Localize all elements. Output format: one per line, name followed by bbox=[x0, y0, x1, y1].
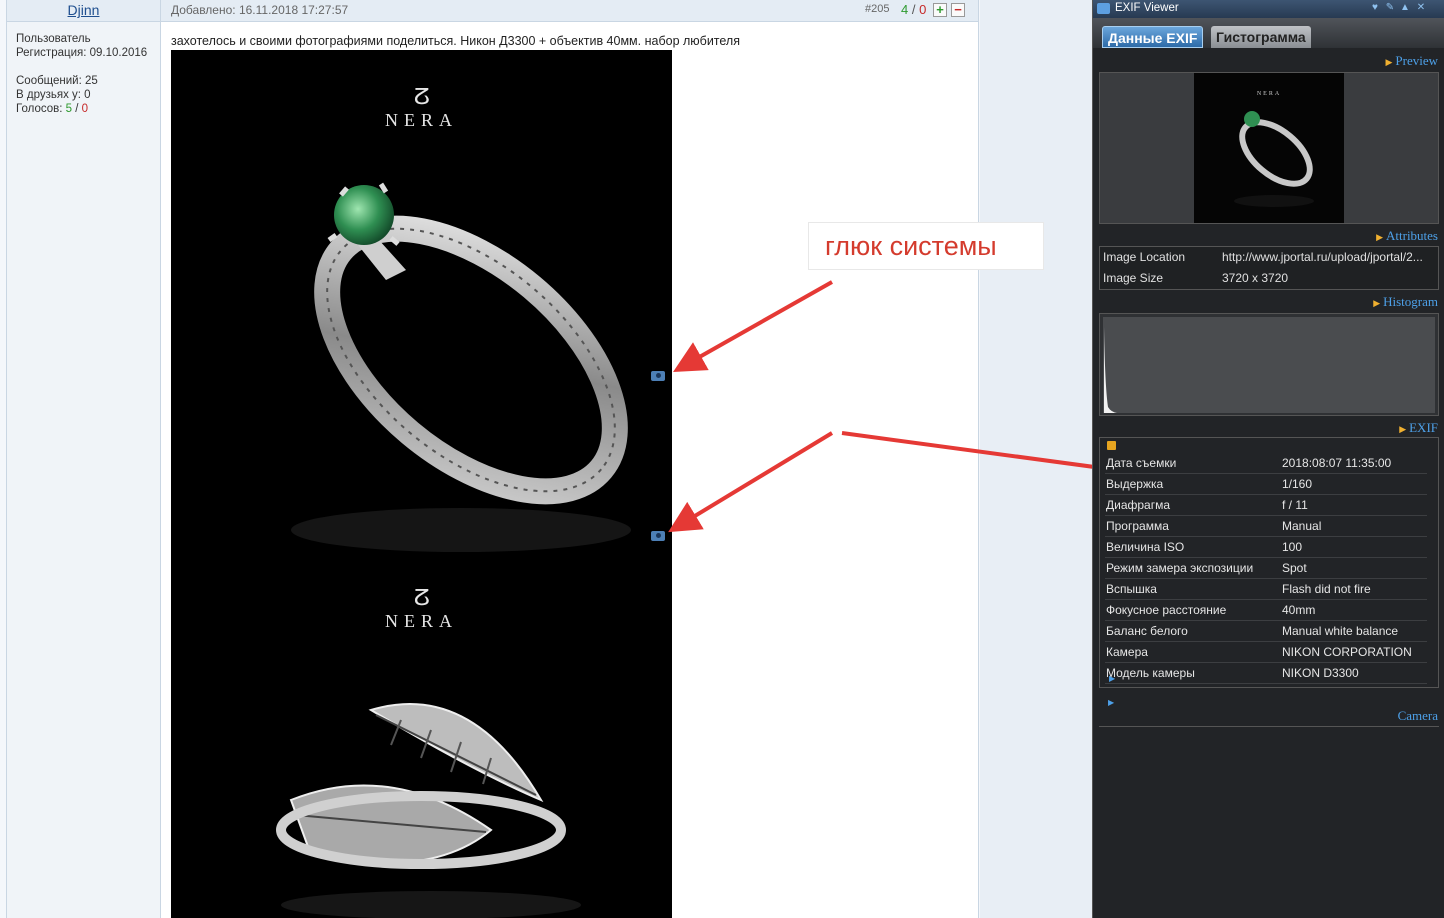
exif-viewer-title: EXIF Viewer bbox=[1115, 2, 1179, 14]
exif-key: Камера bbox=[1106, 645, 1148, 659]
exif-value: Spot bbox=[1282, 561, 1307, 575]
exif-titlebar: EXIF Viewer ♥ ✎ ▲ ✕ bbox=[1093, 0, 1444, 18]
exif-value: Flash did not fire bbox=[1282, 582, 1371, 596]
exif-table: Дата съемки 2018:08:07 11:35:00 Выдержка 1… bbox=[1105, 453, 1427, 684]
exif-label: EXIF bbox=[1409, 420, 1438, 435]
exif-row: Модель камеры NIKON D3300 bbox=[1105, 663, 1427, 684]
attributes-section-link[interactable]: ▶ Attributes bbox=[1376, 228, 1438, 244]
exif-row: Баланс белого Manual white balance bbox=[1105, 621, 1427, 642]
exif-key: Вспышка bbox=[1106, 582, 1157, 596]
preview-thumbnail[interactable]: NERA bbox=[1194, 73, 1344, 223]
attribute-value[interactable]: http://www.jportal.ru/upload/jportal/2..… bbox=[1222, 247, 1436, 268]
attributes-label: Attributes bbox=[1386, 228, 1438, 243]
histogram-section-link[interactable]: ▶ Histogram bbox=[1373, 294, 1438, 310]
attribute-key: Image Location bbox=[1103, 250, 1186, 264]
exif-row: Фокусное расстояние 40mm bbox=[1105, 600, 1427, 621]
exif-row: Дата съемки 2018:08:07 11:35:00 bbox=[1105, 453, 1427, 474]
exif-key: Баланс белого bbox=[1106, 624, 1188, 638]
divider bbox=[1099, 726, 1439, 727]
wrench-icon[interactable]: ✎ bbox=[1385, 3, 1395, 13]
exif-key: Фокусное расстояние bbox=[1106, 603, 1227, 617]
copy-icon[interactable] bbox=[1107, 441, 1116, 450]
exif-key: Модель камеры bbox=[1106, 666, 1195, 680]
preview-label: Preview bbox=[1395, 53, 1438, 68]
exif-value: Manual white balance bbox=[1282, 624, 1399, 638]
exif-row: Камера NIKON CORPORATION bbox=[1105, 642, 1427, 663]
preview-ring-image bbox=[1234, 111, 1314, 207]
attribute-key: Image Size bbox=[1103, 271, 1164, 285]
histogram-curve bbox=[1104, 327, 1117, 413]
annotation-text: глюк системы bbox=[825, 231, 997, 261]
exif-box: Дата съемки 2018:08:07 11:35:00 Выдержка 1… bbox=[1099, 437, 1439, 688]
warning-icon[interactable]: ▲ bbox=[1400, 3, 1410, 13]
preview-box: NERA bbox=[1099, 72, 1439, 224]
camera-expand-icon[interactable]: ▶ bbox=[1108, 698, 1114, 707]
exif-body: ▶ Preview NERA ▶ Attributes Image Location… bbox=[1093, 48, 1444, 918]
annotation-callout: глюк системы bbox=[808, 222, 1044, 270]
exif-row: Режим замера экспозиции Spot bbox=[1105, 558, 1427, 579]
exif-key: Величина ISO bbox=[1106, 540, 1185, 554]
expand-triangle-icon: ▶ bbox=[1376, 232, 1383, 242]
tab-exif-data[interactable]: Данные EXIF bbox=[1102, 26, 1204, 48]
exif-value: Manual bbox=[1282, 519, 1322, 533]
exif-key: Выдержка bbox=[1106, 477, 1164, 491]
exif-row: Программа Manual bbox=[1105, 516, 1427, 537]
exif-key: Программа bbox=[1106, 519, 1169, 533]
exif-tab-bar: Данные EXIF Гистограмма bbox=[1093, 18, 1444, 48]
expand-triangle-icon: ▶ bbox=[1399, 424, 1407, 434]
camera-section-link[interactable]: Camera bbox=[1398, 708, 1438, 724]
exif-value: f / 11 bbox=[1282, 498, 1308, 512]
exif-value: NIKON CORPORATION bbox=[1282, 645, 1412, 659]
exif-value: 2018:08:07 11:35:00 bbox=[1282, 456, 1392, 470]
exif-value: 100 bbox=[1282, 540, 1303, 554]
exif-value: NIKON D3300 bbox=[1282, 666, 1359, 680]
attribute-row: Image Size 3720 x 3720 bbox=[1100, 268, 1438, 289]
expand-triangle-icon: ▶ bbox=[1385, 57, 1393, 67]
exif-key: Режим замера экспозиции bbox=[1106, 561, 1254, 575]
histogram-plot bbox=[1103, 317, 1435, 413]
exif-key: Диафрагма bbox=[1106, 498, 1171, 512]
exif-row: Выдержка 1/160 bbox=[1105, 474, 1427, 495]
tab-histogram[interactable]: Гистограмма bbox=[1211, 26, 1311, 48]
preview-section-link[interactable]: ▶ Preview bbox=[1385, 53, 1438, 69]
attribute-value: 3720 x 3720 bbox=[1222, 271, 1289, 285]
camera-icon bbox=[1097, 3, 1110, 14]
exif-value: 1/160 bbox=[1282, 477, 1313, 491]
exif-row: Вспышка Flash did not fire bbox=[1105, 579, 1427, 600]
exif-section-link[interactable]: ▶ EXIF bbox=[1399, 420, 1438, 436]
expand-more-icon[interactable]: ▶ bbox=[1109, 674, 1115, 683]
exif-viewer-panel: EXIF Viewer ♥ ✎ ▲ ✕ Данные EXIF Гистогра… bbox=[1092, 0, 1444, 918]
exif-value: 40mm bbox=[1282, 603, 1316, 617]
exif-row: Величина ISO 100 bbox=[1105, 537, 1427, 558]
histogram-box bbox=[1099, 313, 1439, 416]
exif-key: Дата съемки bbox=[1106, 456, 1177, 470]
close-icon[interactable]: ✕ bbox=[1416, 3, 1426, 13]
heart-icon[interactable]: ♥ bbox=[1370, 3, 1380, 13]
exif-row: Диафрагма f / 11 bbox=[1105, 495, 1427, 516]
attribute-row: Image Location http://www.jportal.ru/upl… bbox=[1100, 247, 1438, 268]
histogram-label: Histogram bbox=[1383, 294, 1438, 309]
expand-triangle-icon: ▶ bbox=[1373, 298, 1381, 308]
attributes-box: Image Location http://www.jportal.ru/upl… bbox=[1099, 246, 1439, 290]
